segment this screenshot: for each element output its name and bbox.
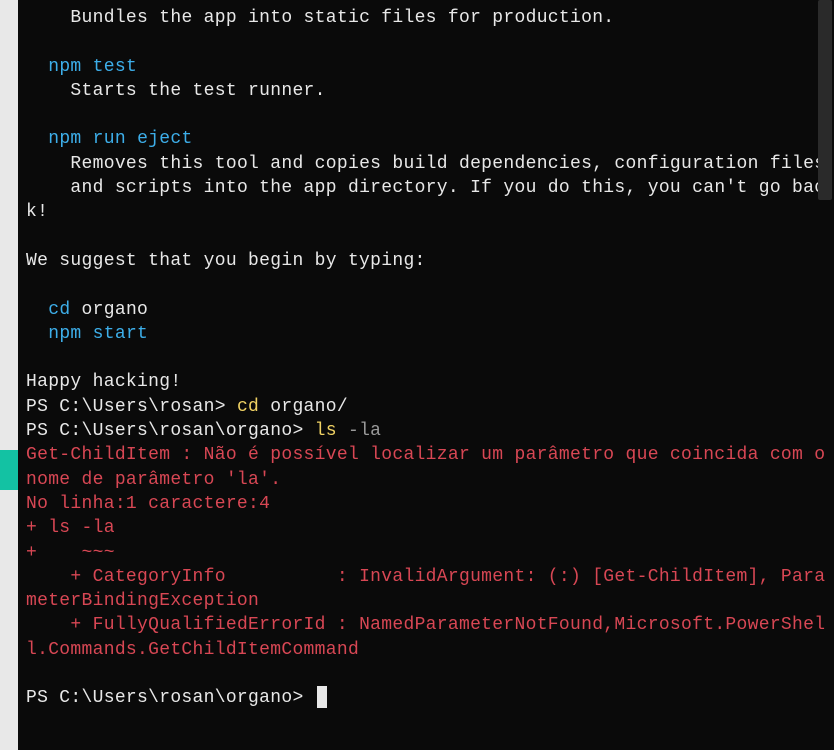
typed-cmd: cd [237, 397, 270, 417]
error-line: + ls -la [26, 518, 115, 538]
ps-prompt-current: PS C:\Users\rosan\organo> [26, 688, 315, 708]
scrollbar-thumb[interactable] [818, 0, 832, 200]
cd-cmd: cd [26, 300, 82, 320]
npm-test: test [93, 57, 137, 77]
error-line: No linha:1 caractere:4 [26, 494, 270, 514]
output-line: Happy hacking! [26, 372, 181, 392]
npm-run: run [93, 129, 137, 149]
ps-prompt: PS C:\Users\rosan> [26, 397, 237, 417]
error-line: + CategoryInfo : InvalidArgument: (:) [G… [26, 567, 825, 611]
output-line: Removes this tool and copies build depen… [26, 154, 825, 174]
npm-eject: eject [137, 129, 193, 149]
npm-cmd: npm [26, 57, 93, 77]
output-line: and scripts into the app directory. If y… [26, 178, 825, 222]
output-line: Starts the test runner. [26, 81, 326, 101]
typed-arg: organo/ [270, 397, 348, 417]
error-line: + ~~~ [26, 543, 115, 563]
npm-cmd: npm [26, 129, 93, 149]
npm-cmd: npm [26, 324, 93, 344]
terminal-cursor[interactable] [317, 686, 327, 708]
terminal-window[interactable]: Bundles the app into static files for pr… [18, 0, 834, 750]
error-line: + FullyQualifiedErrorId : NamedParameter… [26, 615, 825, 659]
terminal-output: Bundles the app into static files for pr… [26, 6, 826, 711]
typed-cmd: ls [315, 421, 348, 441]
typed-arg: -la [348, 421, 381, 441]
cd-target: organo [82, 300, 149, 320]
output-line: We suggest that you begin by typing: [26, 251, 426, 271]
output-line: Bundles the app into static files for pr… [26, 8, 614, 28]
error-line: Get-ChildItem : Não é possível localizar… [26, 445, 834, 489]
terminal-scrollbar[interactable] [818, 0, 834, 750]
npm-start: start [93, 324, 149, 344]
ps-prompt: PS C:\Users\rosan\organo> [26, 421, 315, 441]
bg-accent-strip [0, 450, 18, 490]
